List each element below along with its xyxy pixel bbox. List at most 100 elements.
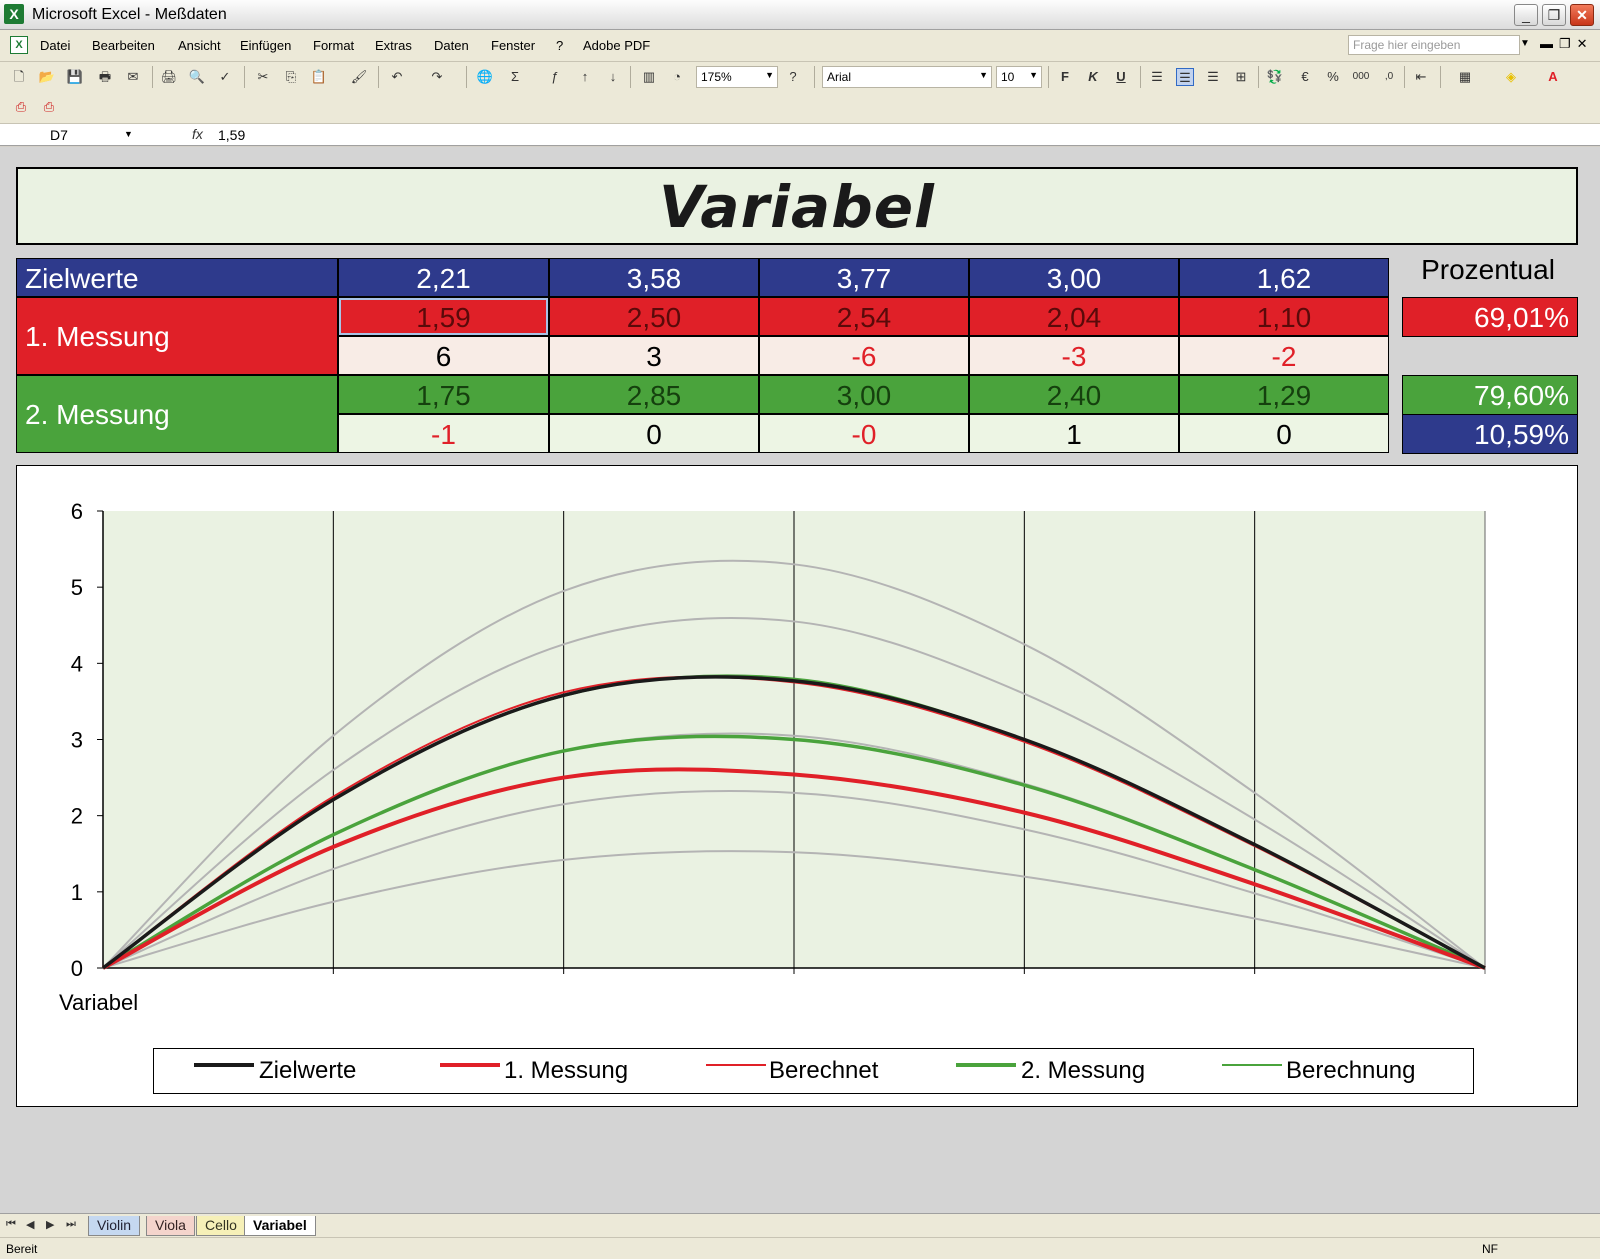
messung1-diff-cell[interactable]: -6 xyxy=(759,336,969,375)
zielwerte-cell[interactable]: 2,21 xyxy=(338,258,549,297)
format-painter-icon[interactable]: 🖌 xyxy=(350,68,368,86)
align-left-icon[interactable]: ☰ xyxy=(1148,68,1166,86)
menu-bearbeiten[interactable]: Bearbeiten xyxy=(92,38,155,53)
font-color-icon[interactable]: A xyxy=(1544,68,1562,86)
sort-ascending-icon[interactable]: ↑ xyxy=(576,68,594,86)
chevron-down-icon[interactable]: ▼ xyxy=(124,129,133,139)
prev-sheet-icon[interactable]: ◀ xyxy=(26,1218,34,1231)
pdf-convert-icon[interactable]: ⎙ xyxy=(12,98,30,116)
zielwerte-cell[interactable]: 1,62 xyxy=(1179,258,1389,297)
messung1-diff-cell[interactable]: 6 xyxy=(338,336,549,375)
messung2-cell[interactable]: 2,40 xyxy=(969,375,1179,414)
menu-adobe-pdf[interactable]: Adobe PDF xyxy=(583,38,650,53)
zielwerte-cell[interactable]: 3,58 xyxy=(549,258,759,297)
messung1-cell-selected[interactable]: 1,59 xyxy=(338,297,549,336)
new-icon[interactable]: 🗋 xyxy=(10,68,28,86)
messung1-cell[interactable]: 1,10 xyxy=(1179,297,1389,336)
prozentual-diff[interactable]: 10,59% xyxy=(1402,414,1578,454)
messung1-diff-cell[interactable]: 3 xyxy=(549,336,759,375)
indent-icon[interactable]: ⇤ xyxy=(1412,68,1430,86)
prozentual-messung2[interactable]: 79,60% xyxy=(1402,375,1578,415)
permission-icon[interactable]: 🖶 xyxy=(96,68,114,86)
increase-decimal-icon[interactable]: ,0 xyxy=(1380,68,1398,86)
font-size-select[interactable]: 10 ▼ xyxy=(996,66,1042,88)
copy-icon[interactable]: ⎘ xyxy=(282,68,300,86)
function-icon[interactable]: ƒ xyxy=(546,68,564,86)
menu-fenster[interactable]: Fenster xyxy=(491,38,535,53)
hyperlink-icon[interactable]: 🌐 xyxy=(476,68,494,86)
messung2-diff-cell[interactable]: 0 xyxy=(549,414,759,453)
menu-help[interactable]: ? xyxy=(556,38,563,53)
messung2-diff-cell[interactable]: -1 xyxy=(338,414,549,453)
messung2-cell[interactable]: 1,29 xyxy=(1179,375,1389,414)
sort-descending-icon[interactable]: ↓ xyxy=(604,68,622,86)
messung2-label[interactable]: 2. Messung xyxy=(16,375,338,453)
spelling-icon[interactable]: ✓ xyxy=(216,68,234,86)
tab-variabel[interactable]: Variabel xyxy=(244,1216,316,1236)
messung2-cell[interactable]: 3,00 xyxy=(759,375,969,414)
menu-einfuegen[interactable]: Einfügen xyxy=(240,38,291,53)
euro-icon[interactable]: € xyxy=(1296,68,1314,86)
save-icon[interactable]: 💾 xyxy=(66,68,84,86)
zielwerte-cell[interactable]: 3,00 xyxy=(969,258,1179,297)
zoom-select[interactable]: 175% ▼ xyxy=(696,66,778,88)
chart-wizard-icon[interactable]: ▥ xyxy=(640,68,658,86)
formula-input[interactable]: 1,59 xyxy=(218,127,245,143)
menu-format[interactable]: Format xyxy=(313,38,354,53)
chevron-down-icon[interactable]: ▼ xyxy=(1520,38,1530,49)
undo-icon[interactable]: ↶ xyxy=(388,68,406,86)
redo-icon[interactable]: ↷ xyxy=(428,68,446,86)
messung1-cell[interactable]: 2,54 xyxy=(759,297,969,336)
drawing-icon[interactable]: ◔ xyxy=(668,68,686,86)
italic-button[interactable]: K xyxy=(1084,68,1102,86)
menu-datei[interactable]: Datei xyxy=(40,38,70,53)
font-select[interactable]: Arial ▼ xyxy=(822,66,992,88)
last-sheet-icon[interactable]: ⏭ xyxy=(66,1218,76,1231)
fill-color-icon[interactable]: ◈ xyxy=(1502,68,1520,86)
align-right-icon[interactable]: ☰ xyxy=(1204,68,1222,86)
underline-button[interactable]: U xyxy=(1112,68,1130,86)
close-button[interactable]: ✕ xyxy=(1570,4,1594,26)
prozentual-label[interactable]: Prozentual xyxy=(1398,254,1578,286)
messung1-diff-cell[interactable]: -3 xyxy=(969,336,1179,375)
messung2-diff-cell[interactable]: -0 xyxy=(759,414,969,453)
messung1-label[interactable]: 1. Messung xyxy=(16,297,338,375)
help-search-input[interactable]: Frage hier eingeben xyxy=(1348,35,1520,55)
print-preview-icon[interactable]: 🔍 xyxy=(188,68,206,86)
zielwerte-cell[interactable]: 3,77 xyxy=(759,258,969,297)
print-icon[interactable]: 🖨 xyxy=(160,68,178,86)
prozentual-messung1[interactable]: 69,01% xyxy=(1402,297,1578,337)
percent-icon[interactable]: % xyxy=(1324,68,1342,86)
bold-button[interactable]: F xyxy=(1056,68,1074,86)
paste-icon[interactable]: 📋 xyxy=(310,68,328,86)
chart-legend[interactable]: Zielwerte 1. Messung Berechnet 2. Messun… xyxy=(153,1048,1474,1094)
menu-extras[interactable]: Extras xyxy=(375,38,412,53)
menu-ansicht[interactable]: Ansicht xyxy=(178,38,221,53)
sheet-title-box[interactable]: Variabel xyxy=(16,167,1578,245)
workbook-icon[interactable]: X xyxy=(10,36,28,54)
tab-cello[interactable]: Cello xyxy=(196,1216,246,1236)
align-center-icon[interactable]: ☰ xyxy=(1176,68,1194,86)
workbook-window-controls[interactable]: ▬❐✕ xyxy=(1540,36,1594,52)
thousands-icon[interactable]: 000 xyxy=(1352,68,1370,86)
messung1-cell[interactable]: 2,50 xyxy=(549,297,759,336)
messung2-cell[interactable]: 1,75 xyxy=(338,375,549,414)
name-box[interactable]: D7 xyxy=(2,125,138,145)
messung1-diff-cell[interactable]: -2 xyxy=(1179,336,1389,375)
autosum-icon[interactable]: Σ xyxy=(506,68,524,86)
merge-center-icon[interactable]: ⊞ xyxy=(1232,68,1250,86)
zielwerte-label[interactable]: Zielwerte xyxy=(16,258,338,297)
messung2-cell[interactable]: 2,85 xyxy=(549,375,759,414)
tab-violin[interactable]: Violin xyxy=(88,1216,140,1236)
messung2-diff-cell[interactable]: 1 xyxy=(969,414,1179,453)
currency-icon[interactable]: 💱 xyxy=(1266,68,1284,86)
messung2-diff-cell[interactable]: 0 xyxy=(1179,414,1389,453)
restore-button[interactable]: ❐ xyxy=(1542,4,1566,26)
chart-area[interactable]: 0 1 2 3 4 5 6 Variabel Zielwerte 1. Messung Ber… xyxy=(16,465,1578,1107)
tab-viola[interactable]: Viola xyxy=(146,1216,195,1236)
open-icon[interactable]: 📂 xyxy=(38,68,56,86)
pdf-email-icon[interactable]: ⎙ xyxy=(40,98,58,116)
menu-daten[interactable]: Daten xyxy=(434,38,469,53)
messung1-cell[interactable]: 2,04 xyxy=(969,297,1179,336)
help-icon[interactable]: ? xyxy=(784,68,802,86)
